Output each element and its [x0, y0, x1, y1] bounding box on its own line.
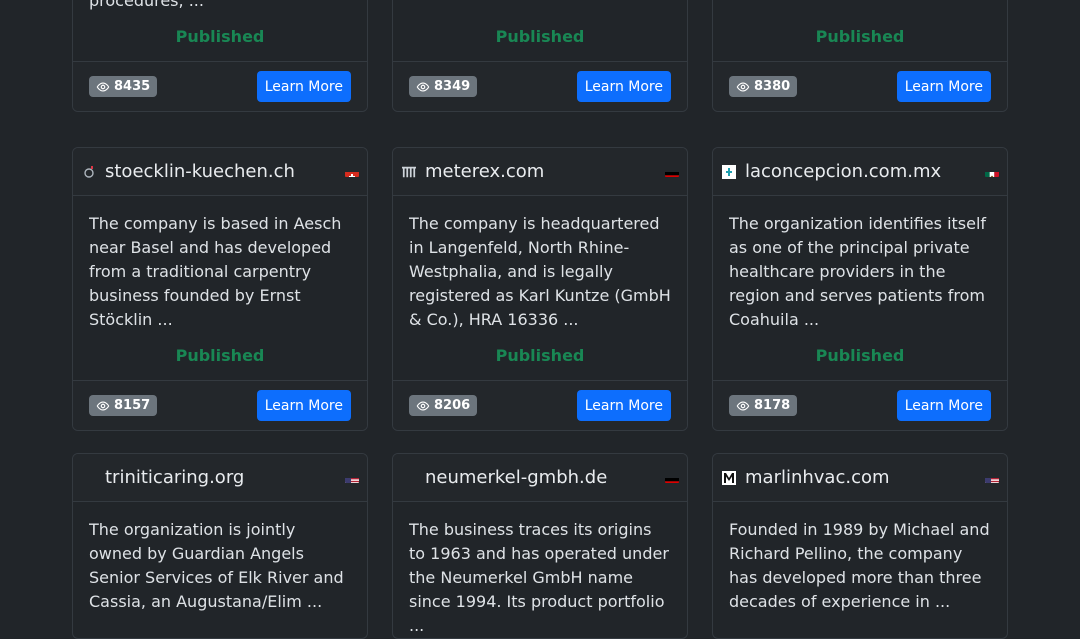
- card-header: stoecklin-kuechen.ch: [73, 148, 367, 196]
- views-badge: 8157: [89, 395, 158, 416]
- germany-flag-icon: [665, 167, 679, 177]
- card-footer: 8380 Learn More: [713, 61, 1007, 111]
- card-footer: 8435 Learn More: [73, 61, 367, 111]
- bars-icon: [402, 165, 416, 179]
- card-header: meterex.com: [393, 148, 687, 196]
- card-domain[interactable]: stoecklin-kuechen.ch: [105, 161, 345, 182]
- card-footer: 8178 Learn More: [713, 380, 1007, 430]
- views-count: 8206: [434, 398, 471, 413]
- company-card: stoecklin-kuechen.ch The company is base…: [72, 147, 368, 431]
- status-label: Published: [815, 27, 905, 46]
- eye-icon: [96, 400, 110, 411]
- learn-more-button[interactable]: Learn More: [576, 390, 671, 421]
- card-description: Founded in 1989 by Michael and Richard P…: [729, 520, 990, 611]
- eye-icon: [416, 81, 430, 92]
- company-card: Published 8349 Learn More: [392, 0, 688, 112]
- card-description: [729, 0, 991, 13]
- card-description: [409, 0, 671, 13]
- card-footer: 8206 Learn More: [393, 380, 687, 430]
- o-icon: [82, 165, 96, 179]
- views-badge: 8380: [729, 76, 798, 97]
- company-card: laconcepcion.com.mx The organization ide…: [712, 147, 1008, 431]
- card-header: laconcepcion.com.mx: [713, 148, 1007, 196]
- card-header: neumerkel-gmbh.de: [393, 454, 687, 502]
- eye-icon: [96, 81, 110, 92]
- company-card: procedures, ... Published 8435 Learn Mor…: [72, 0, 368, 112]
- mexico-flag-icon: [985, 167, 999, 177]
- learn-more-button[interactable]: Learn More: [896, 390, 991, 421]
- views-badge: 8206: [409, 395, 478, 416]
- views-badge: 8349: [409, 76, 478, 97]
- company-card: neumerkel-gmbh.de The business traces it…: [392, 453, 688, 639]
- status-label: Published: [495, 346, 585, 365]
- usa-flag-icon: [985, 473, 999, 483]
- eye-icon: [416, 400, 430, 411]
- views-count: 8435: [114, 79, 151, 94]
- views-badge: 8178: [729, 395, 798, 416]
- card-description: The business traces its origins to 1963 …: [409, 520, 669, 635]
- germany-flag-icon: [665, 473, 679, 483]
- card-footer: 8349 Learn More: [393, 61, 687, 111]
- status-label: Published: [815, 346, 905, 365]
- doc-icon: [722, 164, 736, 179]
- status-label: Published: [495, 27, 585, 46]
- views-count: 8349: [434, 79, 471, 94]
- blank-favicon-icon: [82, 471, 96, 485]
- card-footer: 8157 Learn More: [73, 380, 367, 430]
- learn-more-button[interactable]: Learn More: [256, 71, 351, 102]
- card-description: The organization identifies itself as on…: [729, 214, 987, 329]
- views-count: 8380: [754, 79, 791, 94]
- switzerland-flag-icon: [345, 167, 359, 177]
- views-count: 8178: [754, 398, 791, 413]
- learn-more-button[interactable]: Learn More: [896, 71, 991, 102]
- learn-more-button[interactable]: Learn More: [576, 71, 671, 102]
- company-card: Published 8380 Learn More: [712, 0, 1008, 112]
- card-description: The company is headquartered in Langenfe…: [409, 214, 671, 329]
- eye-icon: [736, 81, 750, 92]
- eye-icon: [736, 400, 750, 411]
- card-description: The company is based in Aesch near Basel…: [89, 214, 342, 329]
- learn-more-button[interactable]: Learn More: [256, 390, 351, 421]
- status-label: Published: [175, 346, 265, 365]
- blank-favicon-icon: [402, 471, 416, 485]
- views-count: 8157: [114, 398, 151, 413]
- card-domain[interactable]: laconcepcion.com.mx: [745, 161, 985, 182]
- card-description: The organization is jointly owned by Gua…: [89, 520, 344, 611]
- company-card: marlinhvac.com Founded in 1989 by Michae…: [712, 453, 1008, 639]
- company-card: triniticaring.org The organization is jo…: [72, 453, 368, 639]
- card-domain[interactable]: neumerkel-gmbh.de: [425, 467, 665, 488]
- card-header: marlinhvac.com: [713, 454, 1007, 502]
- m-icon: [722, 470, 736, 485]
- card-header: triniticaring.org: [73, 454, 367, 502]
- views-badge: 8435: [89, 76, 158, 97]
- card-description: procedures, ...: [89, 0, 204, 10]
- usa-flag-icon: [345, 473, 359, 483]
- card-domain[interactable]: triniticaring.org: [105, 467, 345, 488]
- company-card: meterex.com The company is headquartered…: [392, 147, 688, 431]
- status-label: Published: [175, 27, 265, 46]
- card-domain[interactable]: marlinhvac.com: [745, 467, 985, 488]
- card-domain[interactable]: meterex.com: [425, 161, 665, 182]
